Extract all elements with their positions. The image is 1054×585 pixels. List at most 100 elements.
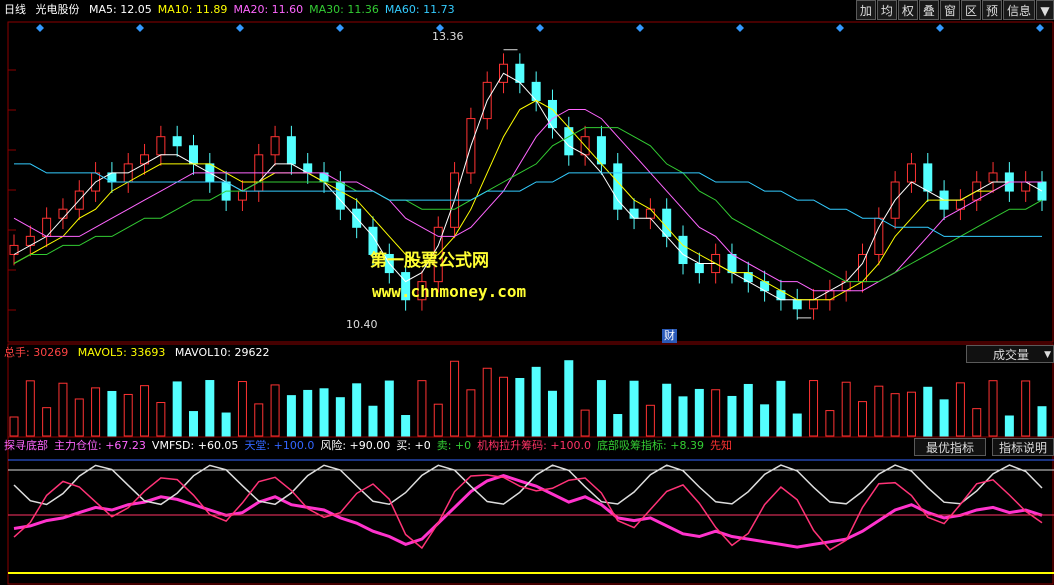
price-legend: 日线 光电股份 MA5: 12.05 MA10: 11.89 MA20: 11.60… (4, 3, 467, 17)
volume-bar (841, 381, 851, 437)
high-price-label: 13.36 (432, 30, 464, 43)
volume-bar (890, 393, 900, 437)
toolbar-button[interactable]: 权 (897, 0, 918, 20)
stock-name: 光电股份 (35, 3, 80, 16)
volume-bar (629, 380, 639, 437)
candle-down (923, 163, 933, 192)
candle-down (172, 136, 182, 147)
candle-up (874, 217, 884, 255)
volume-bar (107, 390, 117, 437)
candle-up (237, 190, 247, 201)
toolbar-button[interactable]: 信息 (1002, 0, 1035, 20)
volume-bar (433, 403, 443, 437)
volume-bar (270, 384, 280, 437)
indicator-legend-item: 卖: +0 (436, 439, 472, 452)
candle-down (613, 163, 623, 210)
toolbar-button[interactable]: 区 (960, 0, 981, 20)
toolbar-button[interactable]: ▼ (1036, 0, 1054, 20)
toolbar-button[interactable]: 预 (981, 0, 1002, 20)
volume-bar (205, 380, 215, 437)
volume-bar (760, 404, 770, 437)
volume-selector[interactable]: 成交量 ▼ (966, 345, 1054, 363)
candle-up (988, 172, 998, 183)
volume-bar (74, 398, 84, 437)
volume-bar (221, 412, 231, 437)
indicator-legend-item: 买: +0 (396, 439, 431, 452)
volume-bar (645, 404, 655, 437)
volume-bar (254, 403, 264, 437)
volume-bar (955, 382, 965, 437)
volume-bar (58, 382, 68, 437)
toolbar-button[interactable]: 叠 (918, 0, 939, 20)
ma-legend-item: MA20: 11.60 (233, 3, 304, 16)
indicator-legend-item: 机构拉升筹码: +100.0 (477, 439, 592, 452)
candle-down (792, 299, 802, 310)
volume-bar (613, 414, 623, 437)
low-price-label: 10.40 (346, 318, 378, 331)
candle-down (727, 253, 737, 274)
volume-bar (482, 367, 492, 437)
volume-bar (923, 386, 933, 437)
candle-down (629, 208, 639, 219)
volume-bar (1021, 380, 1031, 437)
toolbar-button[interactable]: 均 (876, 0, 897, 20)
volume-bar (972, 408, 982, 437)
volume-bar (792, 413, 802, 437)
volume-bar (580, 409, 590, 437)
volume-bar (906, 391, 916, 437)
ma-line-ma60 (14, 163, 1042, 237)
toolbar-button[interactable]: 加 (855, 0, 876, 20)
indicator-legend-item: 先知 (709, 439, 732, 452)
volume-bar (368, 405, 378, 437)
watermark-title: 第一股票公式网 (370, 251, 489, 271)
volume-bar (25, 380, 35, 437)
ma-legend-item: MA60: 11.73 (384, 3, 455, 16)
ma-legend-item: MA5: 12.05 (89, 3, 152, 16)
watermark-url: www.chnmoney.com (372, 282, 527, 301)
event-diamond-icon (36, 24, 44, 32)
candle-down (694, 263, 704, 274)
toolbar: 加均权叠窗区预信息 ▼ (855, 0, 1054, 20)
volume-bar (450, 360, 460, 437)
indicator-legend-item: 天堂: +100.0 (244, 439, 315, 452)
volume-bar (809, 380, 819, 437)
volume-bar (743, 383, 753, 437)
candle-up (809, 299, 819, 310)
volume-bar (401, 415, 411, 437)
volume-bar (874, 385, 884, 437)
volume-bar (42, 407, 52, 437)
best-indicator-button[interactable]: 最优指标 (914, 438, 986, 456)
indicator-line-main (13, 474, 1043, 549)
toolbar-button[interactable]: 窗 (939, 0, 960, 20)
volume-bar (1004, 415, 1014, 437)
volume-bar (776, 380, 786, 437)
volume-bar (286, 395, 296, 437)
volume-total: 总手: 30269 (4, 346, 69, 359)
indicator-legend-item: 探寻底部 (4, 439, 48, 452)
volume-mavol5: MAVOL5: 33693 (77, 346, 166, 359)
indicator-legend-item: 底部吸筹指标: +8.39 (597, 439, 704, 452)
candle-up (858, 253, 868, 283)
candle-down (678, 235, 688, 265)
candle-up (156, 136, 166, 156)
finance-marker[interactable]: 财 (662, 329, 677, 343)
volume-bar (466, 389, 476, 437)
volume-bar (727, 395, 737, 437)
volume-bar (319, 388, 329, 437)
period-label[interactable]: 日线 (4, 3, 26, 16)
indicator-explain-button[interactable]: 指标说明 (992, 438, 1054, 456)
volume-bar (140, 385, 150, 437)
event-diamond-icon (836, 24, 844, 32)
ma-legend: MA5: 12.05 MA10: 11.89 MA20: 11.60 MA30: 11… (89, 3, 461, 16)
volume-bar (858, 401, 868, 437)
volume-bar (499, 376, 509, 437)
volume-mavol10: MAVOL10: 29622 (174, 346, 270, 359)
candle-down (188, 145, 198, 165)
volume-bar (303, 389, 313, 437)
ma-legend-item: MA10: 11.89 (157, 3, 228, 16)
indicator-legend-item: VMFSD: +60.05 (151, 439, 239, 452)
ma-line-ma10 (13, 99, 1042, 301)
volume-bar (417, 380, 427, 437)
volume-bar (711, 389, 721, 437)
volume-bar (1037, 406, 1047, 437)
